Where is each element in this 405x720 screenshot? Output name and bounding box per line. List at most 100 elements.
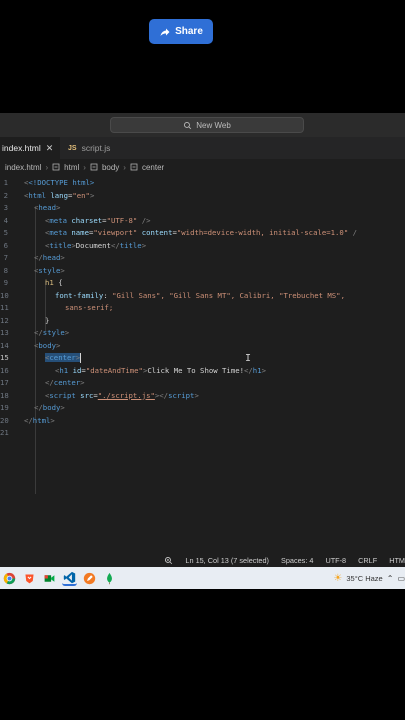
code-line-10: font-family: "Gill Sans", "Gill Sans MT"…	[55, 290, 345, 300]
tag: style	[42, 328, 65, 337]
string: "width=device-width, initial-scale=1.0"	[176, 228, 349, 237]
attr: src	[80, 390, 94, 400]
tab-script-js[interactable]: JS script.js	[60, 137, 118, 159]
js-file-icon: JS	[68, 144, 77, 152]
tag: script	[168, 390, 195, 400]
chevron-right-icon: ›	[45, 162, 49, 172]
string: "dateAndTime"	[85, 365, 143, 375]
search-text: New Web	[196, 120, 231, 130]
tag: center	[53, 378, 81, 387]
breadcrumb-item[interactable]: html	[64, 163, 79, 172]
line-number: 11	[0, 303, 9, 312]
value: sans-serif;	[65, 303, 114, 312]
line-number: 2	[3, 190, 8, 200]
code-line-14: <body>	[34, 340, 61, 350]
share-button[interactable]: Share	[149, 19, 213, 44]
code-line-17: </center>	[45, 378, 85, 387]
taskbar: ☀ 35°C Haze ⌃ ▭	[0, 567, 405, 589]
attr: charset	[71, 215, 103, 225]
line-number: 3	[3, 203, 8, 212]
brave-icon[interactable]	[22, 571, 37, 586]
tag: body	[42, 403, 61, 412]
breadcrumb-item[interactable]: body	[102, 163, 119, 172]
system-tray: ☀ 35°C Haze ⌃ ▭	[333, 567, 405, 589]
weather-text[interactable]: 35°C Haze	[346, 574, 382, 583]
breadcrumb-item[interactable]: center	[142, 163, 164, 172]
brace: }	[45, 315, 50, 325]
line-ending[interactable]: CRLF	[358, 556, 377, 565]
code-line-5: <meta name="viewport" content="width=dev…	[45, 228, 358, 237]
tag: center	[49, 353, 76, 362]
weather-icon: ☀	[333, 572, 343, 584]
attr: lang	[50, 190, 68, 200]
close-icon[interactable]: ✕	[46, 143, 54, 154]
chrome-icon[interactable]	[2, 571, 17, 586]
line-number: 20	[0, 415, 9, 425]
tab-label: script.js	[81, 143, 111, 153]
encoding[interactable]: UTF-8	[325, 556, 346, 565]
line-number: 18	[0, 390, 9, 400]
line-number: 13	[0, 328, 9, 337]
code-line-7: </head>	[34, 253, 65, 262]
zoom-icon[interactable]	[164, 556, 173, 565]
command-center-search[interactable]: New Web	[110, 117, 304, 133]
line-number: 16	[0, 365, 9, 375]
string: "viewport"	[93, 228, 138, 237]
editor-tabs: index.html ✕ JS script.js	[0, 137, 405, 159]
code-line-19: </body>	[34, 403, 65, 412]
tag: head	[38, 203, 56, 212]
pen-tool-icon[interactable]	[82, 571, 97, 586]
tag: title	[49, 240, 72, 250]
line-number: 10	[0, 290, 9, 300]
mongodb-icon[interactable]	[102, 571, 117, 586]
line-number: 8	[3, 265, 8, 275]
value: "Gill Sans", "Gill Sans MT", Calibri, "T…	[112, 290, 345, 300]
network-icon[interactable]: ▭	[397, 574, 405, 583]
code-line-2: <html lang="en">	[24, 190, 95, 200]
chevron-right-icon: ›	[83, 162, 86, 172]
text-cursor-pointer-icon: I	[245, 353, 252, 364]
tag: html	[28, 190, 46, 200]
language-mode[interactable]: HTM	[389, 556, 405, 565]
code-editor[interactable]: 1 <<!DOCTYPE html> 2 <html lang="en"> 3 <he…	[0, 177, 405, 551]
code-line-11: sans-serif;	[65, 302, 113, 315]
line-number: 14	[0, 340, 9, 350]
text-cursor	[80, 353, 82, 363]
share-arrow-icon	[160, 28, 170, 36]
meet-icon[interactable]	[42, 571, 57, 586]
code-line-18: <script src="./script.js"></script>	[45, 390, 199, 400]
code-line-16: <h1 id="dateAndTime">Click Me To Show Ti…	[55, 365, 266, 375]
html-element-icon	[130, 163, 138, 171]
code-line-13: </style>	[34, 328, 70, 337]
indentation[interactable]: Spaces: 4	[281, 556, 313, 565]
tab-index-html[interactable]: index.html ✕	[0, 137, 60, 159]
tab-label: index.html	[2, 143, 41, 153]
line-number: 17	[0, 378, 9, 387]
breadcrumb-item[interactable]: index.html	[5, 163, 41, 172]
selector: h1	[45, 278, 54, 287]
code-line-12: }	[45, 315, 49, 328]
chevron-up-icon[interactable]: ⌃	[387, 574, 394, 583]
cursor-position[interactable]: Ln 15, Col 13 (7 selected)	[185, 556, 269, 565]
line-number: 12	[0, 315, 9, 325]
code-line-20: </html>	[24, 415, 55, 425]
code-line-9: h1 {	[45, 278, 63, 287]
share-label: Share	[175, 26, 203, 37]
line-number: 9	[3, 278, 8, 287]
property: font-family	[55, 290, 104, 300]
string: "en"	[72, 190, 90, 200]
code-line-6: <title>Document</title>	[45, 240, 147, 250]
title-bar: New Web	[0, 113, 405, 137]
vscode-icon[interactable]	[62, 571, 77, 586]
tag: meta	[49, 228, 67, 237]
string[interactable]: "./script.js"	[98, 391, 155, 400]
tag: h1	[59, 365, 69, 375]
tag: title	[119, 240, 142, 250]
tag: script	[49, 390, 76, 400]
line-number: 7	[3, 253, 8, 262]
line-number: 4	[3, 215, 8, 225]
tag: html	[32, 415, 51, 425]
tag: head	[42, 253, 61, 262]
tag: body	[38, 340, 56, 350]
code-line-8: <style>	[34, 265, 65, 275]
